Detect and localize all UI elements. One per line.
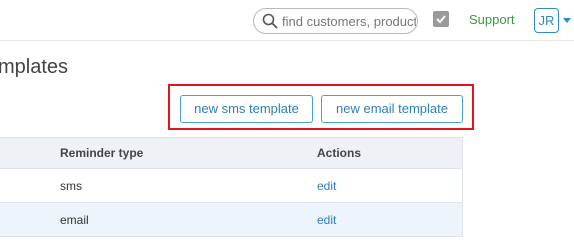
checkbox-icon[interactable] xyxy=(433,11,449,27)
page-title: mplates xyxy=(0,56,69,78)
edit-link[interactable]: edit xyxy=(317,213,336,227)
chevron-down-icon[interactable] xyxy=(563,18,571,23)
table-row: email edit xyxy=(0,203,463,237)
column-header-actions: Actions xyxy=(317,146,362,160)
new-sms-template-button[interactable]: new sms template xyxy=(180,95,313,123)
search-icon xyxy=(262,13,278,29)
top-bar: Support JR xyxy=(0,0,574,41)
reminder-type-cell: sms xyxy=(60,178,82,193)
edit-link[interactable]: edit xyxy=(317,179,336,193)
templates-table: Reminder type Actions sms edit email edi… xyxy=(0,137,463,237)
new-email-template-button[interactable]: new email template xyxy=(321,95,463,123)
actions-cell: edit xyxy=(317,203,336,236)
search-box[interactable] xyxy=(253,8,418,34)
reminder-type-cell: email xyxy=(60,212,89,227)
avatar[interactable]: JR xyxy=(534,8,559,33)
check-mark-icon xyxy=(436,15,446,24)
actions-cell: edit xyxy=(317,169,336,202)
search-input[interactable] xyxy=(282,9,416,33)
column-header-reminder-type: Reminder type xyxy=(60,146,144,160)
support-link[interactable]: Support xyxy=(469,12,515,27)
table-header-row: Reminder type Actions xyxy=(0,137,463,169)
table-row: sms edit xyxy=(0,169,463,203)
